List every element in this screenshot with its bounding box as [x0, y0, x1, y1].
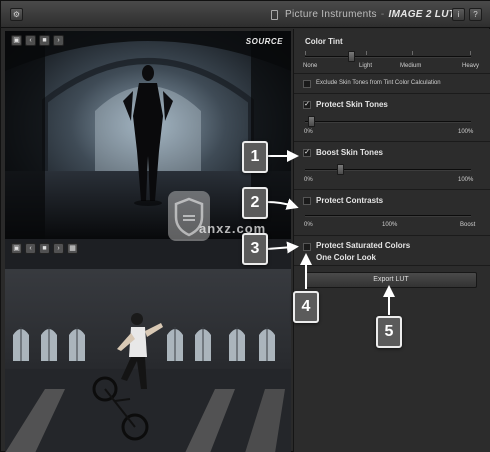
callout-5: 5: [376, 316, 402, 348]
callout-4: 4: [293, 291, 319, 323]
callout-3: 3: [242, 233, 268, 265]
callout-arrows: [266, 150, 395, 315]
callout-1: 1: [242, 141, 268, 173]
callout-2: 2: [242, 187, 268, 219]
app-window: ⚙ Picture Instruments-IMAGE 2 LUT i ?: [0, 0, 490, 452]
